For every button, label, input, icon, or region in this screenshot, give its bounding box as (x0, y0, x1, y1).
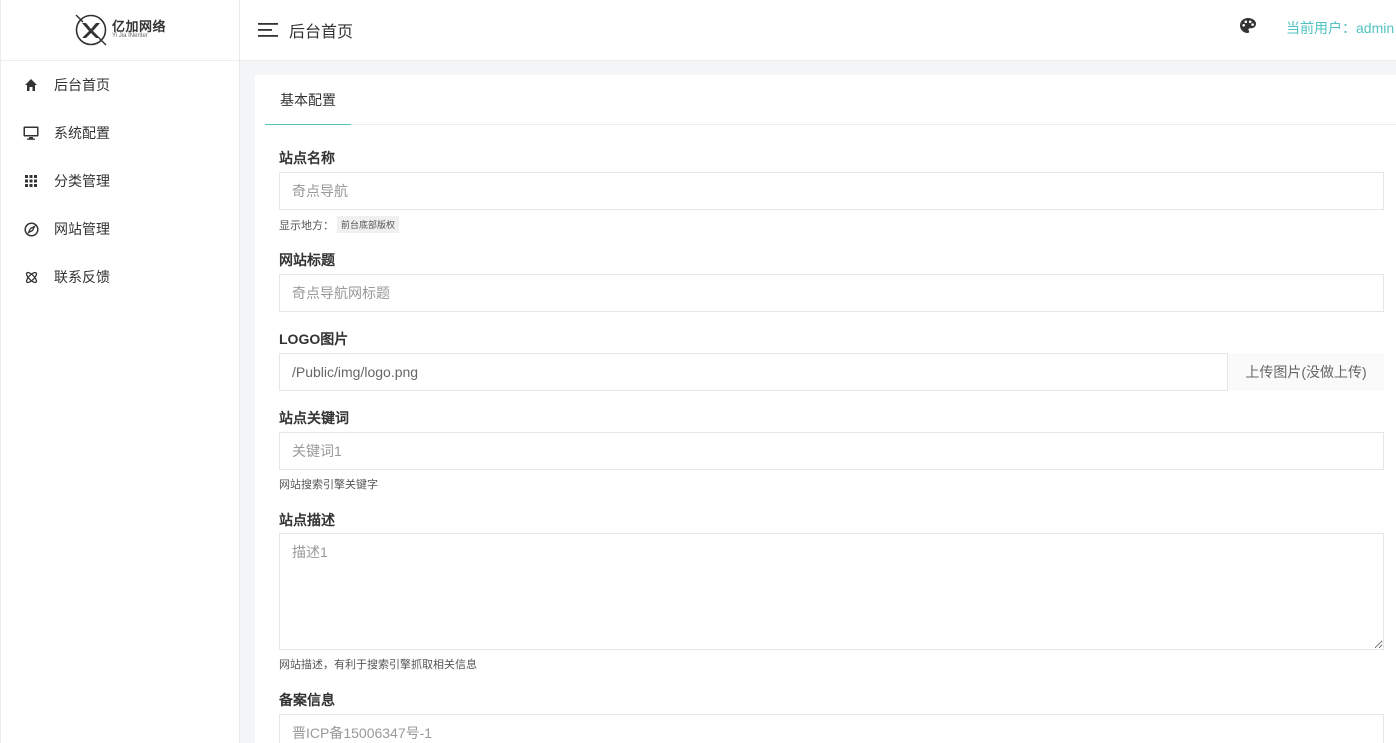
sidebar-item-label: 联系反馈 (54, 269, 110, 285)
keywords-label: 站点关键词 (279, 410, 349, 426)
upload-image-button[interactable]: 上传图片(没做上传) (1227, 353, 1384, 391)
icp-input[interactable] (279, 714, 1384, 743)
sidebar-item-label: 后台首页 (54, 77, 110, 93)
sidebar-item-system-config[interactable]: 系统配置 (1, 109, 239, 157)
description-help: 网站描述，有利于搜索引擎抓取相关信息 (279, 659, 477, 671)
home-icon (23, 77, 39, 93)
sidebar-item-label: 分类管理 (54, 173, 110, 189)
site-name-help-badge: 前台底部版权 (337, 216, 400, 233)
compass-icon (23, 221, 39, 237)
sidebar-item-category[interactable]: 分类管理 (1, 157, 239, 205)
site-name-help-text: 显示地方： (279, 219, 334, 232)
sidebar: 亿加网络 Yi Jia INenter 后台首页 系统配置 分类管理 网站管理 … (0, 0, 240, 743)
description-label: 站点描述 (279, 512, 335, 528)
sidebar-nav: 后台首页 系统配置 分类管理 网站管理 联系反馈 (1, 61, 239, 301)
page-title: 后台首页 (289, 24, 354, 41)
site-title-label: 网站标题 (279, 252, 335, 268)
grid-icon (23, 173, 39, 189)
keywords-input[interactable] (279, 432, 1384, 470)
site-name-help: 显示地方： 前台底部版权 (279, 216, 400, 233)
sidebar-item-feedback[interactable]: 联系反馈 (1, 253, 239, 301)
sidebar-item-website[interactable]: 网站管理 (1, 205, 239, 253)
keywords-help: 网站搜索引擎关键字 (279, 479, 378, 491)
brand-subtitle: Yi Jia INenter (111, 33, 148, 39)
sidebar-item-home[interactable]: 后台首页 (1, 61, 239, 109)
current-user-label[interactable]: 当前用户：admin (1286, 18, 1394, 38)
menu-toggle-icon[interactable] (258, 22, 278, 38)
logo-path-input[interactable] (279, 353, 1384, 391)
sidebar-item-label: 网站管理 (54, 221, 110, 237)
site-name-label: 站点名称 (279, 150, 335, 166)
tab-basic-config[interactable]: 基本配置 (265, 75, 351, 125)
brand-logo[interactable]: 亿加网络 Yi Jia INenter (74, 13, 166, 47)
site-name-input[interactable] (279, 172, 1384, 210)
brand-logo-icon (75, 14, 107, 46)
sidebar-item-label: 系统配置 (54, 125, 110, 141)
palette-icon[interactable] (1239, 17, 1257, 35)
description-textarea[interactable] (279, 533, 1384, 650)
top-header: 后台首页 当前用户：admin (240, 0, 1396, 61)
brand-name: 亿加网络 (111, 19, 166, 34)
monitor-icon (23, 125, 39, 141)
config-card: 基本配置 站点名称 显示地方： 前台底部版权 网站标题 LOGO图片 上传图片(… (255, 75, 1396, 743)
logo-label: LOGO图片 (279, 331, 349, 347)
logo-area: 亿加网络 Yi Jia INenter (1, 0, 239, 61)
atom-icon (23, 269, 39, 285)
site-title-input[interactable] (279, 274, 1384, 312)
tab-bar: 基本配置 (265, 75, 1396, 125)
icp-label: 备案信息 (279, 692, 335, 708)
